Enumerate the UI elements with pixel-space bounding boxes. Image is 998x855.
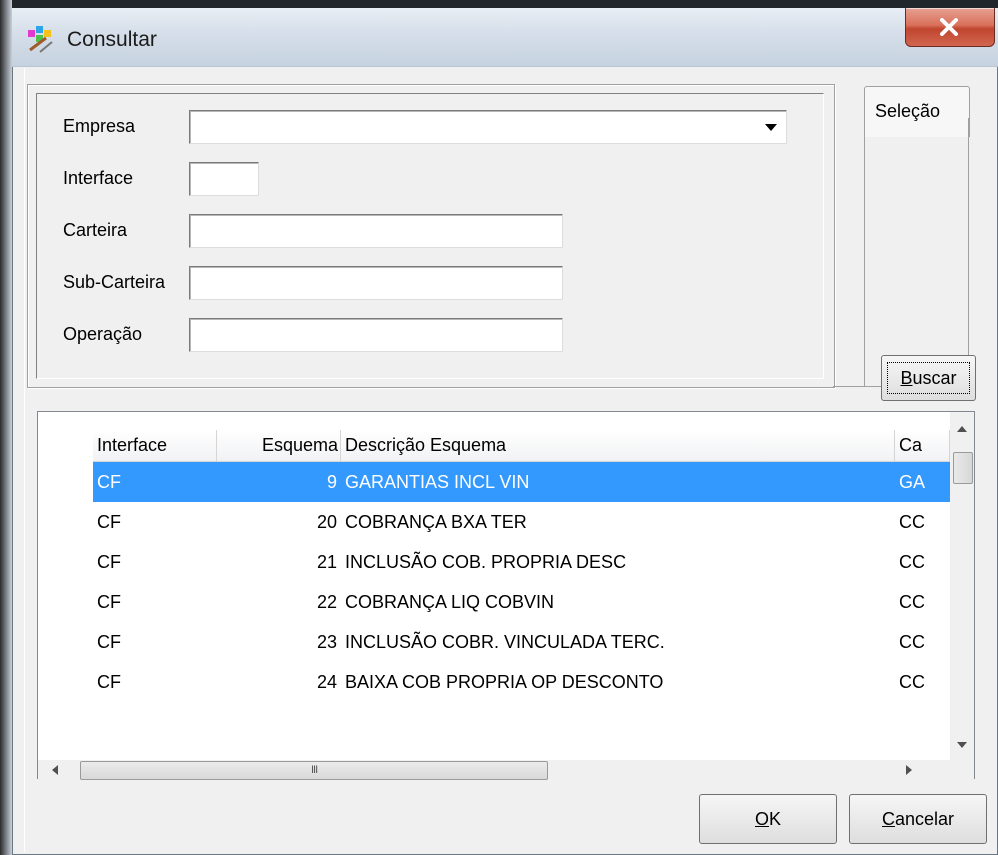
cell-interface: CF [97, 552, 121, 572]
cell-ca: GA [899, 472, 926, 492]
cell-descricao: INCLUSÃO COB. PROPRIA DESC [345, 552, 627, 572]
empresa-label: Empresa [63, 116, 136, 136]
cell-descricao: COBRANÇA BXA TER [345, 512, 527, 532]
cancel-accelerator: C [881, 809, 895, 829]
scroll-down-arrow-icon[interactable] [957, 742, 967, 748]
column-header-esquema[interactable]: Esquema [217, 430, 341, 462]
cell-descricao: GARANTIAS INCL VIN [345, 472, 530, 492]
subcarteira-input[interactable] [189, 266, 563, 300]
table-row[interactable]: CF 21 INCLUSÃO COB. PROPRIA DESC CC [93, 542, 950, 582]
table-row[interactable]: CF 24 BAIXA COB PROPRIA OP DESCONTO CC [93, 662, 950, 702]
cell-esquema: 24 [316, 672, 337, 692]
buscar-accelerator: B [900, 368, 913, 388]
empresa-dropdown[interactable] [189, 110, 787, 144]
search-criteria-panel: Empresa Interface Carteira Sub-Carteira [27, 84, 835, 388]
cell-descricao: COBRANÇA LIQ COBVIN [345, 592, 555, 612]
ok-accelerator: O [754, 809, 769, 829]
desktop-backdrop-top [0, 0, 998, 8]
close-button[interactable] [905, 8, 995, 47]
interface-label: Interface [63, 168, 134, 188]
operacao-input[interactable] [189, 318, 563, 352]
cell-interface: CF [97, 512, 121, 532]
chevron-down-icon[interactable] [756, 113, 784, 141]
tab-border-left [864, 136, 865, 386]
cell-ca: CC [899, 592, 925, 612]
cell-ca: CC [899, 552, 925, 572]
column-header-interface[interactable]: Interface [93, 430, 217, 462]
buscar-button[interactable]: Buscar [881, 355, 976, 401]
cell-esquema: 22 [316, 592, 337, 612]
cell-interface: CF [97, 672, 121, 692]
ok-label-rest: K [769, 809, 782, 829]
cancel-button[interactable]: Cancelar [849, 794, 987, 844]
scrollbar-corner [950, 760, 974, 780]
window-title: Consultar [67, 28, 157, 51]
horizontal-scroll-thumb[interactable]: III [80, 761, 548, 780]
cell-ca: CC [899, 632, 925, 652]
cell-descricao: BAIXA COB PROPRIA OP DESCONTO [345, 672, 664, 692]
cell-interface: CF [97, 472, 121, 492]
tab-selecao[interactable]: Seleção [864, 86, 970, 137]
table-row[interactable]: CF 23 INCLUSÃO COBR. VINCULADA TERC. CC [93, 622, 950, 662]
tab-selecao-label: Seleção [875, 101, 941, 121]
scroll-left-arrow-icon[interactable] [52, 765, 58, 775]
cell-esquema: 9 [326, 472, 337, 492]
consultar-dialog: Consultar Empresa Interface Carteira Sub… [12, 8, 998, 855]
interface-input[interactable] [189, 162, 259, 196]
scroll-right-arrow-icon[interactable] [906, 765, 912, 775]
cancel-label-rest: ancelar [894, 809, 955, 829]
table-row[interactable]: CF 9 GARANTIAS INCL VIN GA [93, 462, 950, 502]
cell-esquema: 21 [316, 552, 337, 572]
scroll-grip-icon: III [311, 764, 318, 776]
cancel-button-label: Cancelar [882, 809, 954, 829]
cell-interface: CF [97, 592, 121, 612]
column-header-descricao[interactable]: Descrição Esquema [341, 430, 895, 462]
cell-descricao: INCLUSÃO COBR. VINCULADA TERC. [345, 632, 665, 652]
vertical-scroll-thumb[interactable] [953, 452, 973, 484]
column-header-ca[interactable]: Ca [895, 430, 950, 462]
buscar-button-label: Buscar [900, 368, 956, 388]
criteria-inner-frame: Empresa Interface Carteira Sub-Carteira [36, 93, 824, 379]
title-bar[interactable]: Consultar [12, 8, 998, 67]
ok-button[interactable]: OK [699, 794, 837, 844]
app-icon [26, 24, 58, 54]
cell-interface: CF [97, 632, 121, 652]
horizontal-scrollbar[interactable]: III [38, 760, 950, 780]
subcarteira-label: Sub-Carteira [63, 272, 166, 292]
scroll-up-arrow-icon[interactable] [957, 426, 967, 432]
vertical-scrollbar[interactable] [950, 412, 974, 760]
grid-header: Interface Esquema Descrição Esquema Ca [93, 430, 950, 462]
cell-esquema: 23 [316, 632, 337, 652]
tab-border-right [968, 118, 969, 386]
cell-ca: CC [899, 512, 925, 532]
table-row[interactable]: CF 20 COBRANÇA BXA TER CC [93, 502, 950, 542]
carteira-input[interactable] [189, 214, 563, 248]
operacao-label: Operação [63, 324, 143, 344]
buscar-label-rest: uscar [912, 368, 957, 388]
dialog-client-area: Empresa Interface Carteira Sub-Carteira [24, 68, 987, 852]
cell-ca: CC [899, 672, 925, 692]
desktop-backdrop-left [0, 0, 12, 855]
cell-esquema: 20 [316, 512, 337, 532]
results-grid[interactable]: Interface Esquema Descrição Esquema Ca C… [37, 411, 975, 780]
table-row[interactable]: CF 22 COBRANÇA LIQ COBVIN CC [93, 582, 950, 622]
ok-button-label: OK [755, 809, 781, 829]
carteira-label: Carteira [63, 220, 128, 240]
